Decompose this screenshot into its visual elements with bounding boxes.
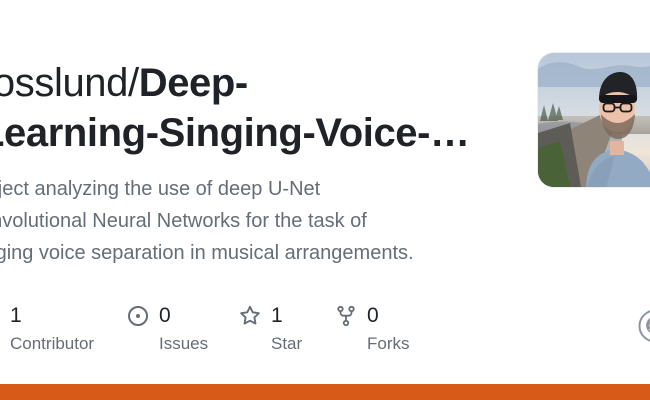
person-beanie-band bbox=[599, 95, 637, 103]
title-line-2: Learning-Singing-Voice-… bbox=[0, 108, 500, 158]
person-neck bbox=[610, 141, 624, 155]
repository-title[interactable]: rosslund/Deep- Learning-Singing-Voice-… bbox=[0, 58, 500, 158]
repository-name-part-2: Learning-Singing-Voice-… bbox=[0, 111, 470, 155]
stars-count: 1 bbox=[271, 304, 283, 327]
forks-label: Forks bbox=[367, 334, 410, 353]
repository-description: roject analyzing the use of deep U-Net o… bbox=[0, 173, 500, 269]
contributors-count: 1 bbox=[10, 304, 22, 327]
title-line-1: rosslund/Deep- bbox=[0, 58, 500, 108]
forks-count: 0 bbox=[367, 304, 379, 327]
stars-label: Star bbox=[271, 334, 303, 353]
issues-count: 0 bbox=[159, 304, 171, 327]
repository-owner: rosslund bbox=[0, 61, 128, 105]
star-icon bbox=[238, 304, 262, 328]
repository-name-part-1: Deep- bbox=[138, 61, 249, 105]
description-line-3: inging voice separation in musical arran… bbox=[0, 242, 414, 264]
repo-forked-icon bbox=[334, 304, 358, 328]
owner-avatar[interactable] bbox=[538, 53, 650, 187]
language-color-bar bbox=[0, 384, 650, 400]
issues-label: Issues bbox=[159, 334, 209, 353]
github-mark-icon bbox=[638, 309, 650, 343]
repository-social-card: rosslund/Deep- Learning-Singing-Voice-… … bbox=[0, 0, 650, 400]
issue-opened-icon bbox=[126, 304, 150, 328]
description-line-1: roject analyzing the use of deep U-Net bbox=[0, 178, 321, 200]
description-line-2: onvolutional Neural Networks for the tas… bbox=[0, 210, 367, 232]
contributors-label: Contributor bbox=[10, 334, 95, 353]
owner-separator: / bbox=[128, 61, 139, 105]
